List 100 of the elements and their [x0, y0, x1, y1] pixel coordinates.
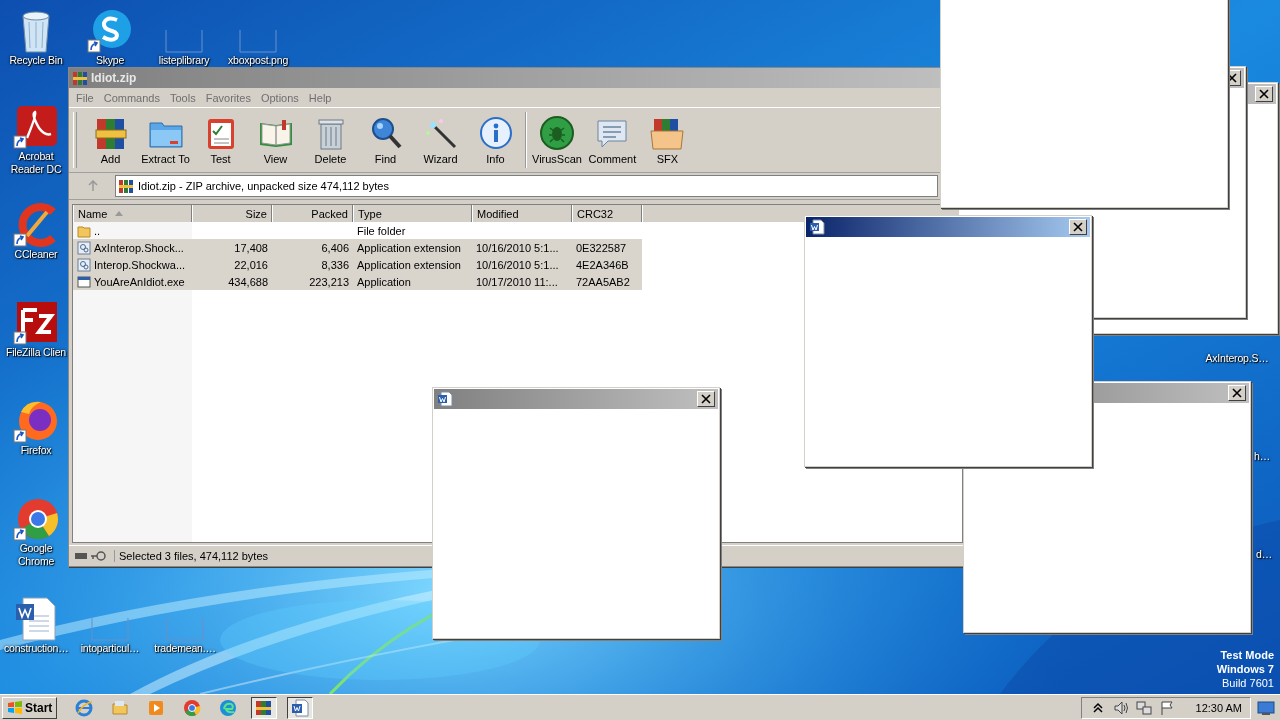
toolbar-button[interactable]: VirusScan [529, 113, 585, 167]
gear-file-icon [77, 257, 91, 272]
app-icon[interactable] [13, 104, 59, 150]
table-cell: 4E2A346B [576, 258, 629, 271]
desktop-icon-label[interactable]: Google Chrome [4, 542, 68, 568]
network-icon[interactable] [1135, 700, 1152, 716]
close-button[interactable] [697, 391, 715, 407]
table-cell: 434,688 [228, 275, 268, 288]
toolbar-button[interactable]: Add [83, 113, 138, 167]
browser-icon [219, 699, 238, 717]
table-cell: 22,016 [234, 258, 268, 271]
close-icon [1259, 89, 1269, 99]
info-icon [477, 115, 514, 151]
speaker-icon[interactable] [1112, 700, 1129, 716]
close-button[interactable] [1255, 86, 1273, 102]
table-cell: 10/16/2010 5:1... [476, 258, 559, 271]
toolbar-button[interactable]: Find [358, 113, 413, 167]
folder-icon [77, 223, 91, 238]
toolbar-button[interactable]: SFX [639, 113, 695, 167]
flag-icon[interactable] [1158, 700, 1175, 716]
table-cell: Application [357, 275, 411, 288]
browser-icon [183, 699, 202, 717]
globe-icon [75, 699, 94, 717]
table-cell: 17,408 [234, 241, 268, 254]
test-mode-text: Build 7601 [1222, 676, 1274, 690]
taskbar-button[interactable] [251, 697, 278, 719]
table-cell: 72AA5AB2 [576, 275, 630, 288]
table-cell: 6,406 [321, 241, 349, 254]
desktop-icon-label[interactable]: CCleaner [14, 248, 58, 261]
bug-icon [538, 115, 575, 151]
address-field[interactable]: Idiot.zip - ZIP archive, unpacked size 474,112 bytes [115, 175, 938, 197]
sort-arrow-icon [115, 211, 124, 216]
close-icon [1073, 222, 1083, 232]
table-cell: 10/17/2010 11:... [476, 275, 558, 288]
archive-icon [118, 178, 134, 194]
column-header[interactable]: Modified [472, 205, 572, 222]
toolbar-button[interactable]: Extract To [138, 113, 193, 167]
status-text: Selected 3 files, 474,112 bytes [114, 550, 268, 562]
close-icon [1227, 73, 1237, 83]
column-header[interactable]: Packed [272, 205, 353, 222]
test-mode-text: Windows 7 [1216, 662, 1274, 676]
gear-file-icon [77, 240, 91, 255]
app-icon[interactable] [13, 300, 59, 346]
app-icon[interactable] [87, 8, 133, 54]
file-row[interactable]: .. File folder [73, 222, 642, 239]
table-cell: 8,336 [321, 258, 349, 271]
desktop-icon-label[interactable]: xboxpost.png [227, 54, 289, 67]
file-row[interactable]: Interop.Shockwa... 22,016 8,336 Application extension 10/16/2010 5:1... 4E2A346B [73, 256, 642, 273]
desktop-icon-label[interactable]: Firefox [20, 444, 52, 457]
folder-icon [111, 699, 130, 717]
monitor-icon[interactable] [1257, 700, 1275, 716]
desktop-icon-label[interactable]: FileZilla Clien [6, 346, 66, 359]
up-arrow-icon [87, 180, 99, 192]
column-header[interactable]: Type [353, 205, 472, 222]
toolbar-button[interactable]: Comment [584, 113, 640, 167]
desktop-icon-label[interactable]: Acrobat Reader DC [4, 150, 68, 176]
app-icon[interactable] [13, 496, 59, 542]
test-mode-text: Test Mode [1220, 648, 1274, 662]
table-cell: 223,213 [309, 275, 349, 288]
table-cell: Application extension [357, 241, 461, 254]
document-icon[interactable] [13, 596, 59, 642]
table-cell: Interop.Shockwa... [94, 258, 186, 271]
play-icon [147, 699, 166, 717]
archive-icon [72, 70, 88, 86]
window-title: Idiot.zip [91, 71, 137, 85]
table-cell: AxInterop.Shock... [94, 241, 184, 254]
archive-icon [255, 699, 274, 717]
column-header[interactable]: Name [73, 205, 192, 222]
document-icon [291, 699, 310, 717]
start-button[interactable]: Start [2, 697, 58, 719]
windows-logo-icon [7, 700, 23, 716]
toolbar-button[interactable]: Wizard [413, 113, 468, 167]
table-cell: .. [94, 224, 101, 237]
desktop-icon-label[interactable]: h… [1254, 450, 1270, 463]
table-cell: Application extension [357, 258, 461, 271]
program-icon [77, 274, 91, 289]
close-icon [1232, 388, 1242, 398]
close-button[interactable] [1069, 219, 1087, 235]
desktop-icon-label[interactable]: d… [1256, 548, 1272, 561]
table-cell: 10/16/2010 5:1... [476, 241, 559, 254]
taskbar-button[interactable] [287, 697, 314, 719]
file-row[interactable]: YouAreAnIdiot.exe 434,688 223,213 Application 10/17/2010 11:... 72AA5AB2 [73, 273, 642, 290]
column-header[interactable]: CRC32 [572, 205, 642, 222]
clock[interactable]: 12:30 AM [1195, 702, 1242, 714]
close-icon [701, 394, 711, 404]
table-cell: YouAreAnIdiot.exe [94, 275, 185, 288]
file-row[interactable]: AxInterop.Shock... 17,408 6,406 Application extension 10/16/2010 5:1... 0E322587 [73, 239, 642, 256]
table-cell: File folder [357, 224, 406, 237]
table-cell: 0E322587 [576, 241, 627, 254]
desktop-icon-label[interactable]: listeplibrary [158, 54, 210, 67]
desktop-icon-label[interactable]: Recycle Bin [9, 54, 63, 67]
toolbar-button[interactable]: View [248, 113, 303, 167]
desktop-icon-label[interactable]: Skype [95, 54, 125, 67]
toolbar-button[interactable]: Info [468, 113, 523, 167]
desktop-icon-label[interactable]: AxInterop.S… [1205, 352, 1269, 365]
close-button[interactable] [1228, 385, 1246, 401]
toolbar-button[interactable]: Delete [303, 113, 358, 167]
column-header[interactable]: Size [192, 205, 272, 222]
toolbar-button[interactable]: Test [193, 113, 248, 167]
drive-key-icon [74, 550, 108, 562]
